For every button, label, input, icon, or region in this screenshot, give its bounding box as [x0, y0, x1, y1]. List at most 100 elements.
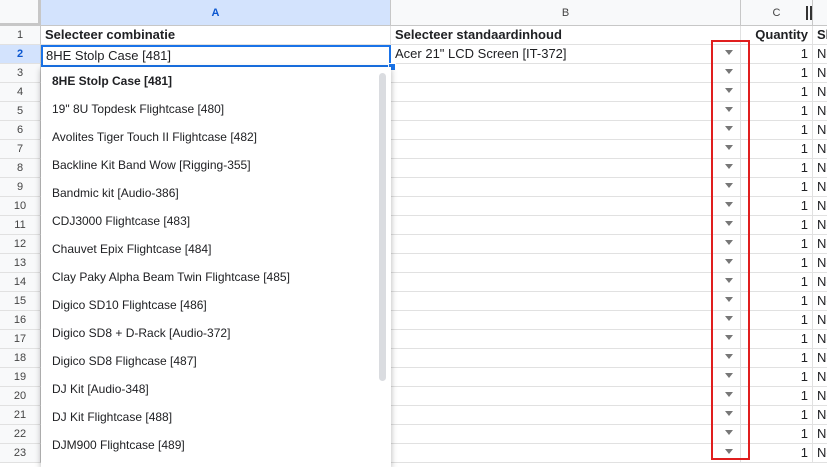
cell-b[interactable] [391, 292, 741, 311]
cell-b[interactable] [391, 254, 741, 273]
column-freeze-icon[interactable] [806, 6, 812, 20]
cell-d[interactable]: No [813, 102, 827, 121]
dropdown-option[interactable]: Digico SD10 Flightcase [486] [41, 291, 381, 319]
cell-d[interactable]: No [813, 140, 827, 159]
cell-b[interactable] [391, 64, 741, 83]
cell-b[interactable] [391, 330, 741, 349]
row-header[interactable]: 12 [0, 235, 41, 254]
cell-b[interactable] [391, 178, 741, 197]
column-header-b[interactable]: B [391, 0, 741, 26]
header-cell-c[interactable]: Quantity [741, 26, 813, 45]
cell-quantity[interactable]: 1 [741, 330, 813, 349]
cell-b[interactable] [391, 140, 741, 159]
cell-quantity[interactable]: 1 [741, 292, 813, 311]
header-cell-d[interactable]: Sh [813, 26, 827, 45]
cell-d[interactable]: No [813, 368, 827, 387]
cell-quantity[interactable]: 1 [741, 197, 813, 216]
cell-d[interactable]: No [813, 197, 827, 216]
header-cell-a[interactable]: Selecteer combinatie [41, 26, 391, 45]
row-header[interactable]: 9 [0, 178, 41, 197]
cell-d[interactable]: No [813, 425, 827, 444]
cell-b[interactable] [391, 368, 741, 387]
cell-quantity[interactable]: 1 [741, 216, 813, 235]
row-header[interactable]: 20 [0, 387, 41, 406]
dropdown-option[interactable]: DJ Kit Flightcase [488] [41, 403, 381, 431]
row-header[interactable]: 2 [0, 45, 41, 64]
dropdown-option[interactable]: Bandmic kit [Audio-386] [41, 179, 381, 207]
row-header[interactable]: 14 [0, 273, 41, 292]
cell-quantity[interactable]: 1 [741, 235, 813, 254]
cell-b[interactable] [391, 216, 741, 235]
row-header[interactable]: 13 [0, 254, 41, 273]
row-header[interactable]: 4 [0, 83, 41, 102]
cell-d[interactable]: No [813, 292, 827, 311]
row-header[interactable]: 1 [0, 26, 41, 45]
dropdown-option[interactable]: Chauvet Epix Flightcase [484] [41, 235, 381, 263]
dropdown-option[interactable]: CDJ3000 Flightcase [483] [41, 207, 381, 235]
cell-d[interactable]: No [813, 254, 827, 273]
cell-d[interactable]: No [813, 45, 827, 64]
cell-b[interactable] [391, 235, 741, 254]
cell-d[interactable]: No [813, 216, 827, 235]
row-header[interactable]: 3 [0, 64, 41, 83]
row-header[interactable]: 17 [0, 330, 41, 349]
cell-quantity[interactable]: 1 [741, 349, 813, 368]
cell-quantity[interactable]: 1 [741, 444, 813, 463]
cell-b[interactable] [391, 121, 741, 140]
column-header-d[interactable] [813, 0, 827, 26]
cell-quantity[interactable]: 1 [741, 102, 813, 121]
select-all-corner[interactable] [0, 0, 41, 26]
cell-d[interactable]: No [813, 273, 827, 292]
cell-d[interactable]: No [813, 121, 827, 140]
row-header[interactable]: 21 [0, 406, 41, 425]
row-header[interactable]: 11 [0, 216, 41, 235]
dropdown-option[interactable]: DJ Kit [Audio-348] [41, 375, 381, 403]
cell-d[interactable]: No [813, 235, 827, 254]
cell-d[interactable]: No [813, 406, 827, 425]
cell-quantity[interactable]: 1 [741, 45, 813, 64]
cell-b[interactable] [391, 444, 741, 463]
cell-d[interactable]: No [813, 159, 827, 178]
cell-quantity[interactable]: 1 [741, 83, 813, 102]
combination-dropdown[interactable]: 8HE Stolp Case [481] 19" 8U Topdesk Fligh… [41, 67, 391, 467]
cell-quantity[interactable]: 1 [741, 311, 813, 330]
cell-b[interactable] [391, 425, 741, 444]
header-cell-b[interactable]: Selecteer standaardinhoud [391, 26, 741, 45]
column-header-c[interactable]: C [741, 0, 813, 26]
dropdown-option[interactable]: Digico SD8 Flighcase [487] [41, 347, 381, 375]
cell-b[interactable]: Acer 21" LCD Screen [IT-372] [391, 45, 741, 64]
cell-d[interactable]: No [813, 178, 827, 197]
row-header[interactable]: 16 [0, 311, 41, 330]
dropdown-option[interactable]: DJM900 Flightcase [489] [41, 431, 381, 459]
cell-quantity[interactable]: 1 [741, 178, 813, 197]
dropdown-option[interactable]: Digico SD8 + D-Rack [Audio-372] [41, 319, 381, 347]
cell-b[interactable] [391, 387, 741, 406]
row-header[interactable]: 19 [0, 368, 41, 387]
cell-quantity[interactable]: 1 [741, 254, 813, 273]
active-cell-editor[interactable]: 8HE Stolp Case [481] [41, 45, 391, 67]
row-header[interactable]: 22 [0, 425, 41, 444]
cell-b[interactable] [391, 349, 741, 368]
cell-quantity[interactable]: 1 [741, 425, 813, 444]
cell-quantity[interactable]: 1 [741, 387, 813, 406]
cell-quantity[interactable]: 1 [741, 368, 813, 387]
cell-quantity[interactable]: 1 [741, 121, 813, 140]
cell-b[interactable] [391, 273, 741, 292]
row-header[interactable]: 15 [0, 292, 41, 311]
cell-b[interactable] [391, 83, 741, 102]
dropdown-option[interactable]: Avolites Tiger Touch II Flightcase [482] [41, 123, 381, 151]
dropdown-option[interactable]: 8HE Stolp Case [481] [41, 67, 381, 95]
cell-b[interactable] [391, 159, 741, 178]
row-header[interactable]: 8 [0, 159, 41, 178]
column-header-a[interactable]: A [41, 0, 391, 26]
cell-b[interactable] [391, 197, 741, 216]
row-header[interactable]: 7 [0, 140, 41, 159]
cell-quantity[interactable]: 1 [741, 64, 813, 83]
cell-d[interactable]: No [813, 444, 827, 463]
cell-b[interactable] [391, 102, 741, 121]
cell-b[interactable] [391, 406, 741, 425]
cell-d[interactable]: No [813, 330, 827, 349]
row-header[interactable]: 10 [0, 197, 41, 216]
cell-d[interactable]: No [813, 64, 827, 83]
cell-b[interactable] [391, 311, 741, 330]
